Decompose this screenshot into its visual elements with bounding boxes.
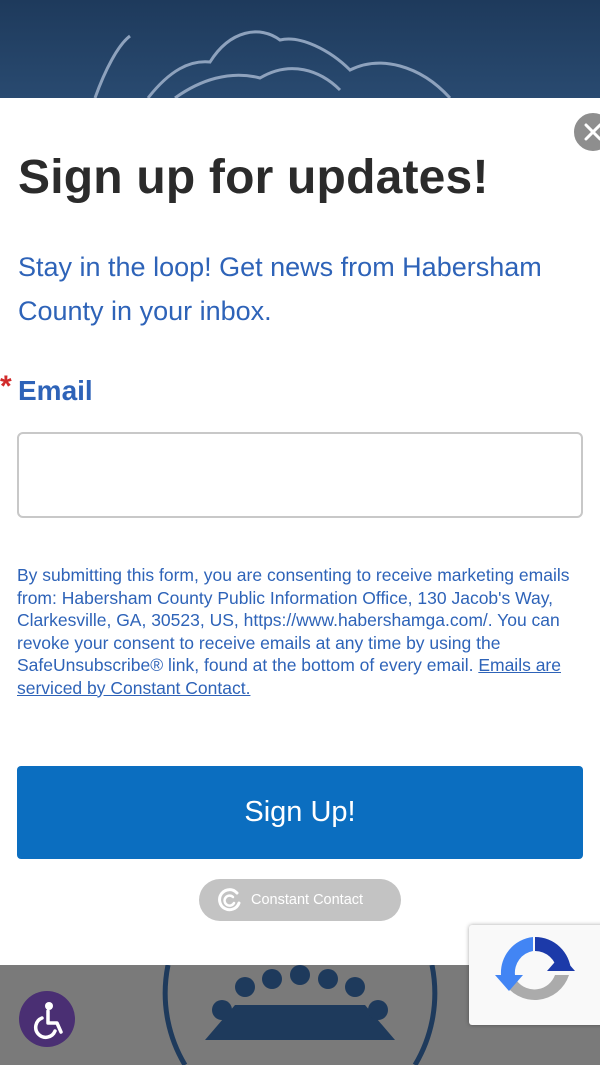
accessibility-icon bbox=[34, 1002, 63, 1039]
constant-contact-icon bbox=[218, 888, 241, 912]
email-field[interactable] bbox=[17, 432, 583, 518]
required-marker: * bbox=[0, 370, 12, 403]
email-label: Email bbox=[18, 375, 93, 406]
modal-title: Sign up for updates! bbox=[18, 151, 489, 204]
close-icon bbox=[584, 123, 600, 141]
accessibility-button[interactable] bbox=[19, 991, 75, 1047]
recaptcha-widget[interactable] bbox=[469, 925, 600, 1025]
mountain-logo-graphic bbox=[93, 30, 452, 98]
constant-contact-badge[interactable]: Constant Contact bbox=[199, 879, 401, 921]
page-header-background bbox=[0, 0, 600, 98]
modal-intro: Stay in the loop! Get news from Habersha… bbox=[18, 252, 542, 326]
badge-label: Constant Contact bbox=[251, 892, 364, 908]
recaptcha-icon bbox=[495, 936, 575, 1000]
consent-text: By submitting this form, you are consent… bbox=[17, 564, 589, 699]
sign-up-button[interactable]: Sign Up! bbox=[17, 766, 583, 859]
